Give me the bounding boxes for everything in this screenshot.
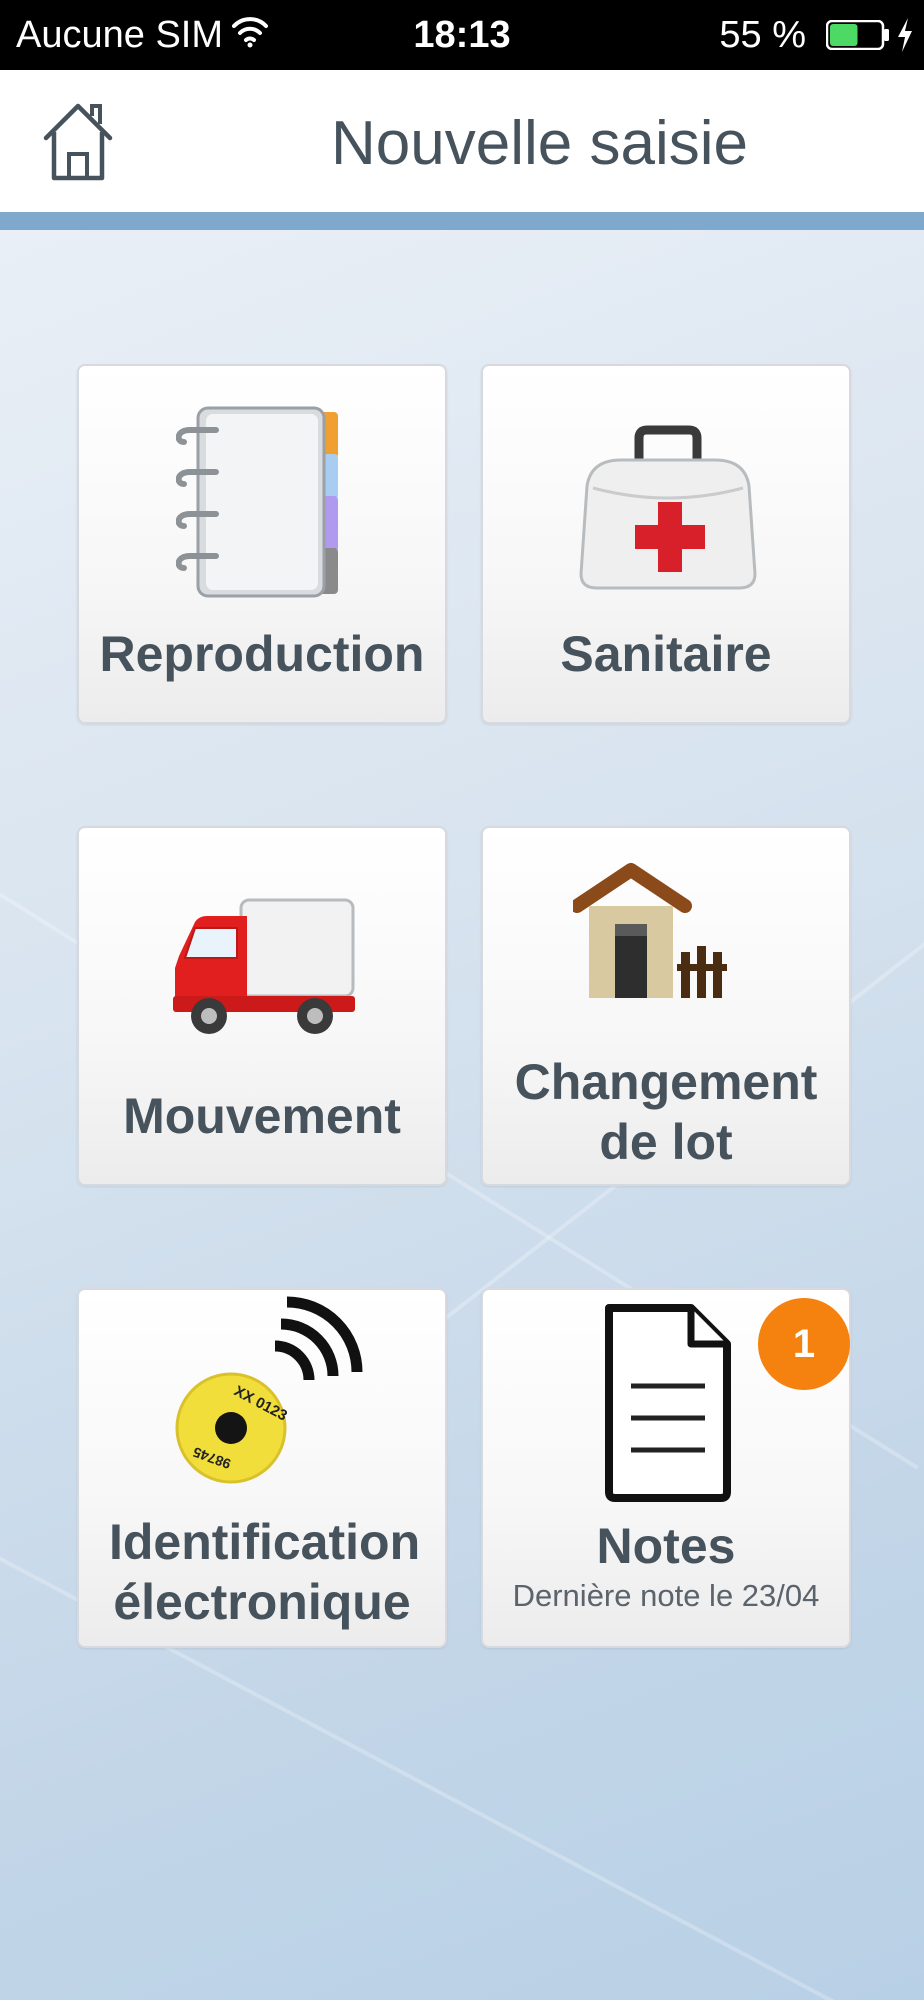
- tile-sanitaire[interactable]: Sanitaire: [481, 364, 851, 724]
- tile-changement-de-lot[interactable]: Changement de lot: [481, 826, 851, 1186]
- tile-label: Reproduction: [99, 626, 425, 682]
- status-bar: Aucune SIM 18:13 55 %: [0, 0, 924, 70]
- unread-notes-badge: 1: [758, 1298, 850, 1390]
- tile-mouvement[interactable]: Mouvement: [77, 826, 447, 1186]
- header-divider: [0, 212, 924, 230]
- page-title: Nouvelle saisie: [331, 109, 748, 178]
- tile-sublabel: Dernière note le 23/04: [512, 1578, 820, 1613]
- nav-header: Nouvelle saisie: [0, 70, 924, 212]
- battery-percent: 55 %: [719, 14, 806, 56]
- truck-icon: [173, 898, 355, 1034]
- rfid-tag-icon: XX 0123 98745: [175, 1296, 363, 1484]
- battery-icon: [826, 20, 889, 50]
- tile-identification-electronique[interactable]: XX 0123 98745 Identification électroniqu…: [77, 1288, 447, 1648]
- tile-label: Mouvement: [123, 1088, 401, 1144]
- tile-notes[interactable]: 1 Notes Dernière note le 23/04: [481, 1288, 851, 1648]
- charging-icon: [898, 18, 912, 52]
- tile-label: Identification électronique: [109, 1514, 421, 1630]
- notebook-icon: [176, 406, 338, 598]
- medical-bag-icon: [579, 425, 757, 590]
- tile-label: Changement de lot: [514, 1054, 818, 1170]
- tile-reproduction[interactable]: Reproduction: [77, 364, 447, 724]
- barn-icon: [573, 863, 727, 998]
- tile-label: Sanitaire: [560, 626, 772, 682]
- document-icon: [605, 1304, 731, 1502]
- tile-grid: Reproduction Sanitaire Mouvement Changem…: [0, 230, 924, 2000]
- tile-label: Notes: [596, 1518, 736, 1574]
